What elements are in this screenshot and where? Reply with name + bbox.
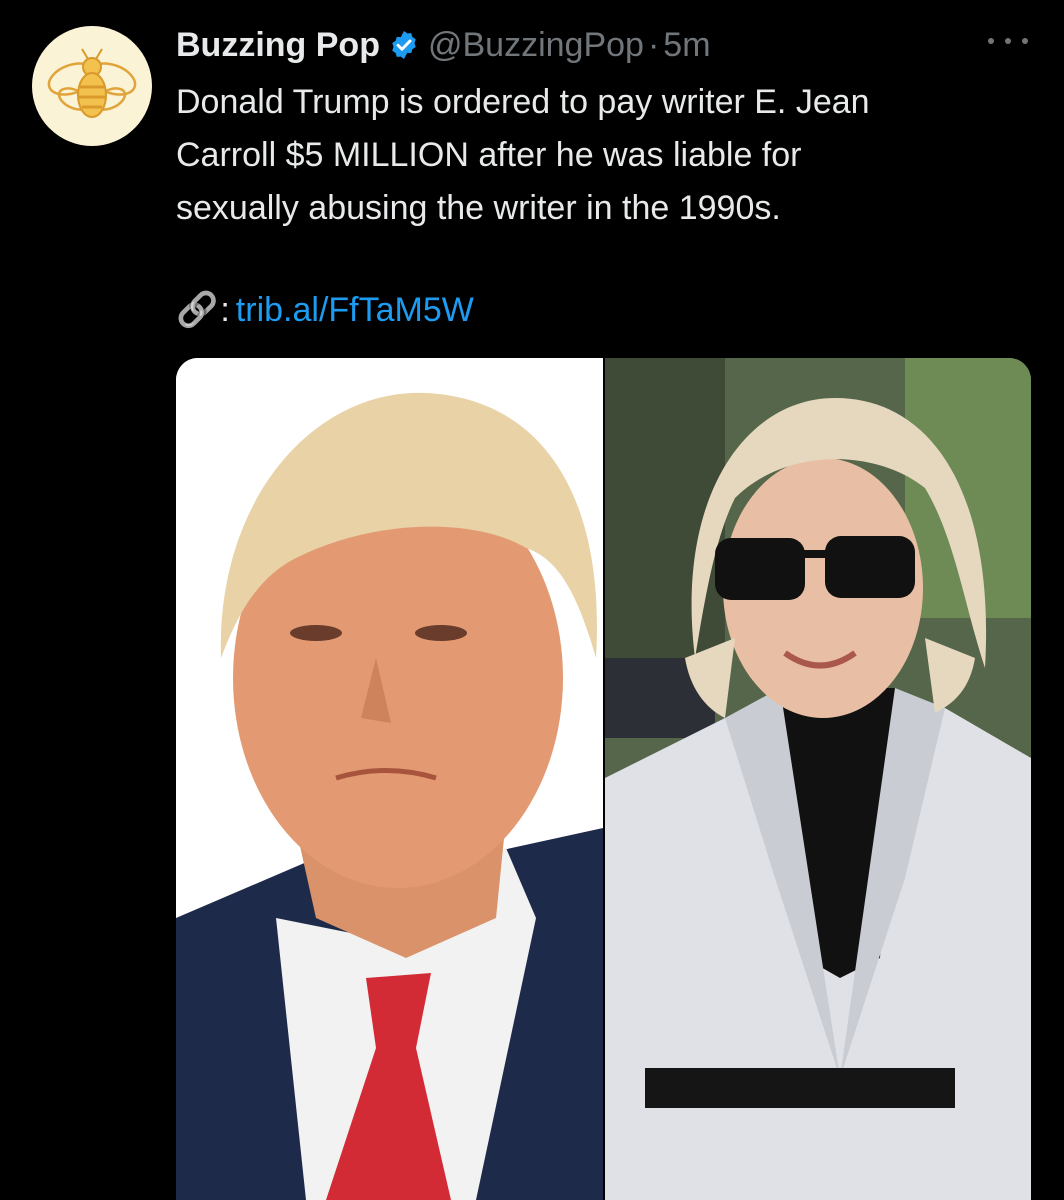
tweet[interactable]: Buzzing Pop @BuzzingPop · 5m Donald Trum… xyxy=(0,0,1064,1200)
tweet-link[interactable]: trib.al/FfTaM5W xyxy=(236,291,474,330)
separator-dot: · xyxy=(647,25,660,64)
tweet-text-line: Donald Trump is ordered to pay writer E.… xyxy=(176,83,870,121)
tweet-media[interactable] xyxy=(176,358,1031,1200)
user-handle[interactable]: @BuzzingPop xyxy=(428,26,644,65)
avatar[interactable] xyxy=(32,26,152,146)
link-colon: : xyxy=(220,290,230,329)
timestamp[interactable]: 5m xyxy=(663,26,710,65)
verified-badge-icon xyxy=(388,29,420,61)
tweet-header: Buzzing Pop @BuzzingPop · 5m xyxy=(176,22,1024,68)
tweet-text-line: sexually abusing the writer in the 1990s… xyxy=(176,189,781,227)
media-photo-left[interactable] xyxy=(176,358,603,1200)
tweet-text-line: Carroll $5 MILLION after he was liable f… xyxy=(176,136,802,174)
more-options-icon[interactable] xyxy=(988,26,1028,56)
tweet-text: Donald Trump is ordered to pay writer E.… xyxy=(176,76,1036,235)
link-line: 🔗 : trib.al/FfTaM5W xyxy=(176,286,474,334)
link-emoji-icon: 🔗 xyxy=(176,290,219,330)
display-name[interactable]: Buzzing Pop xyxy=(176,26,380,65)
media-photo-right[interactable] xyxy=(605,358,1031,1200)
bee-logo-icon xyxy=(47,48,137,118)
